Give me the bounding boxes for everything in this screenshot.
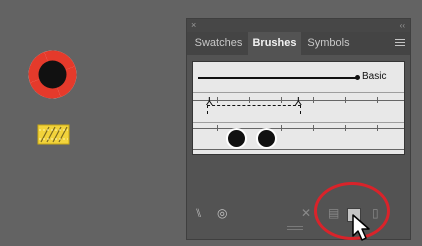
brush-item-label: Basic [362,71,387,82]
ruler-line [193,149,404,150]
eye-artwork-right [256,128,277,149]
brush-item-pattern[interactable]: ⅄ ⅄ [193,93,404,123]
remove-brush-stroke-icon[interactable]: ✕ [301,206,311,220]
basic-brush-stroke-end [355,75,360,80]
basic-brush-stroke-preview [198,77,357,79]
lifebuoy-artwork[interactable] [25,47,80,102]
brush-libraries-menu-icon[interactable]: ⑊ [195,206,202,220]
panel-menu-icon[interactable] [395,39,405,48]
tab-swatches[interactable]: Swatches [191,32,246,55]
brush-item-art[interactable] [193,123,404,155]
close-icon[interactable]: × [191,19,196,32]
panel-titlebar[interactable]: × ‹‹ [187,19,410,32]
pattern-tile-icon: ⅄ [206,96,213,108]
tab-symbols[interactable]: Symbols [303,32,354,55]
mouse-pointer-icon [352,214,370,241]
pattern-brush-preview [207,105,301,114]
panel-tab-bar: Swatches Brushes Symbols [187,32,410,55]
resize-grip[interactable] [287,226,303,230]
eye-artwork-left [226,128,247,149]
pattern-tile-artwork[interactable] [37,124,70,145]
libraries-panel-icon[interactable]: ◎ [217,206,227,220]
brush-list: Basic ⅄ ⅄ [192,61,405,155]
collapse-icon[interactable]: ‹‹ [400,19,405,32]
tab-brushes[interactable]: Brushes [248,32,301,55]
ruler-line [193,128,404,129]
brush-item-basic[interactable]: Basic [193,62,404,93]
pattern-tile-icon: ⅄ [295,96,302,108]
